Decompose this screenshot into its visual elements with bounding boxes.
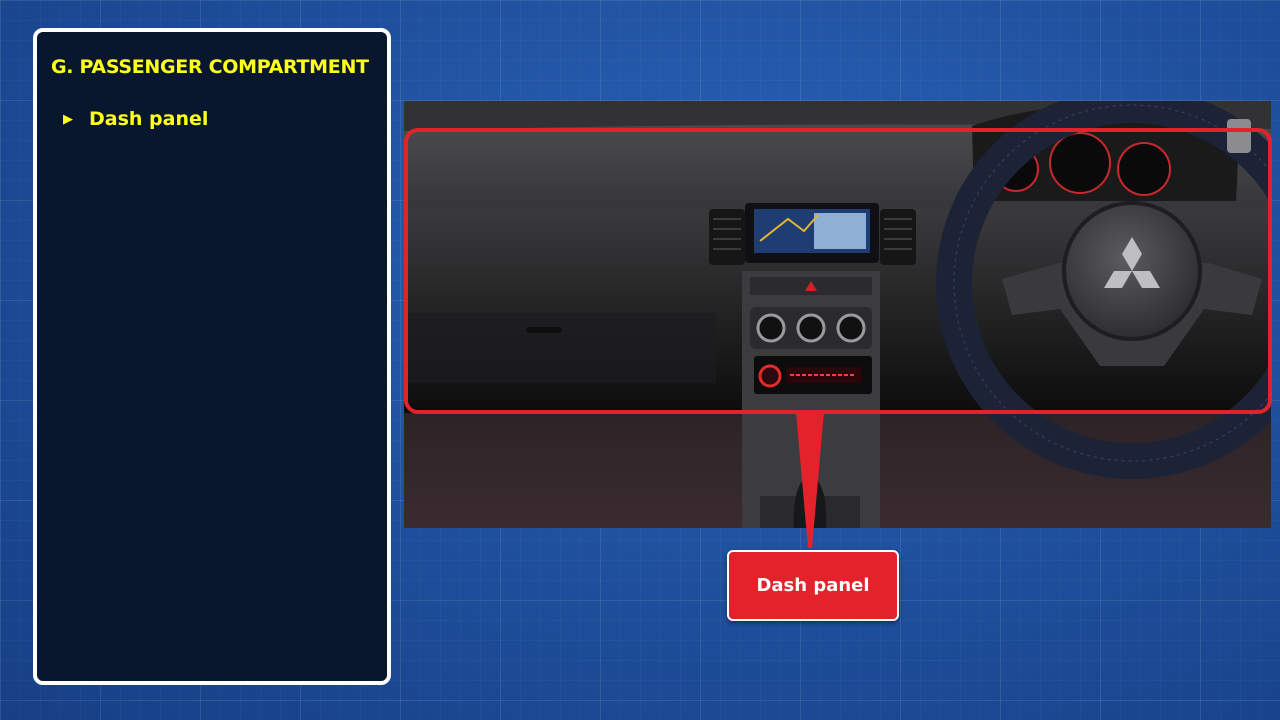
rearview-mirror xyxy=(1227,119,1251,153)
climate-knob-right xyxy=(836,313,866,343)
glove-box xyxy=(404,313,716,383)
radio-volume-knob xyxy=(758,364,782,388)
play-triangle-icon: ▶ xyxy=(63,111,73,127)
gauge-center xyxy=(1049,132,1111,194)
left-vent xyxy=(709,209,745,265)
right-vent xyxy=(880,209,916,265)
climate-knob-center xyxy=(796,313,826,343)
topic-item-label: Dash panel xyxy=(89,108,209,130)
climate-knob-left xyxy=(756,313,786,343)
section-title: G. PASSENGER COMPARTMENT xyxy=(51,56,369,78)
topic-panel: G. PASSENGER COMPARTMENT ▶ Dash panel xyxy=(33,28,391,685)
dash-panel-callout: Dash panel xyxy=(727,550,899,621)
gauge-right xyxy=(1117,142,1171,196)
topic-item-dash-panel[interactable]: ▶ Dash panel xyxy=(63,108,208,130)
dashboard-illustration xyxy=(404,101,1271,528)
glove-box-handle xyxy=(526,327,562,333)
